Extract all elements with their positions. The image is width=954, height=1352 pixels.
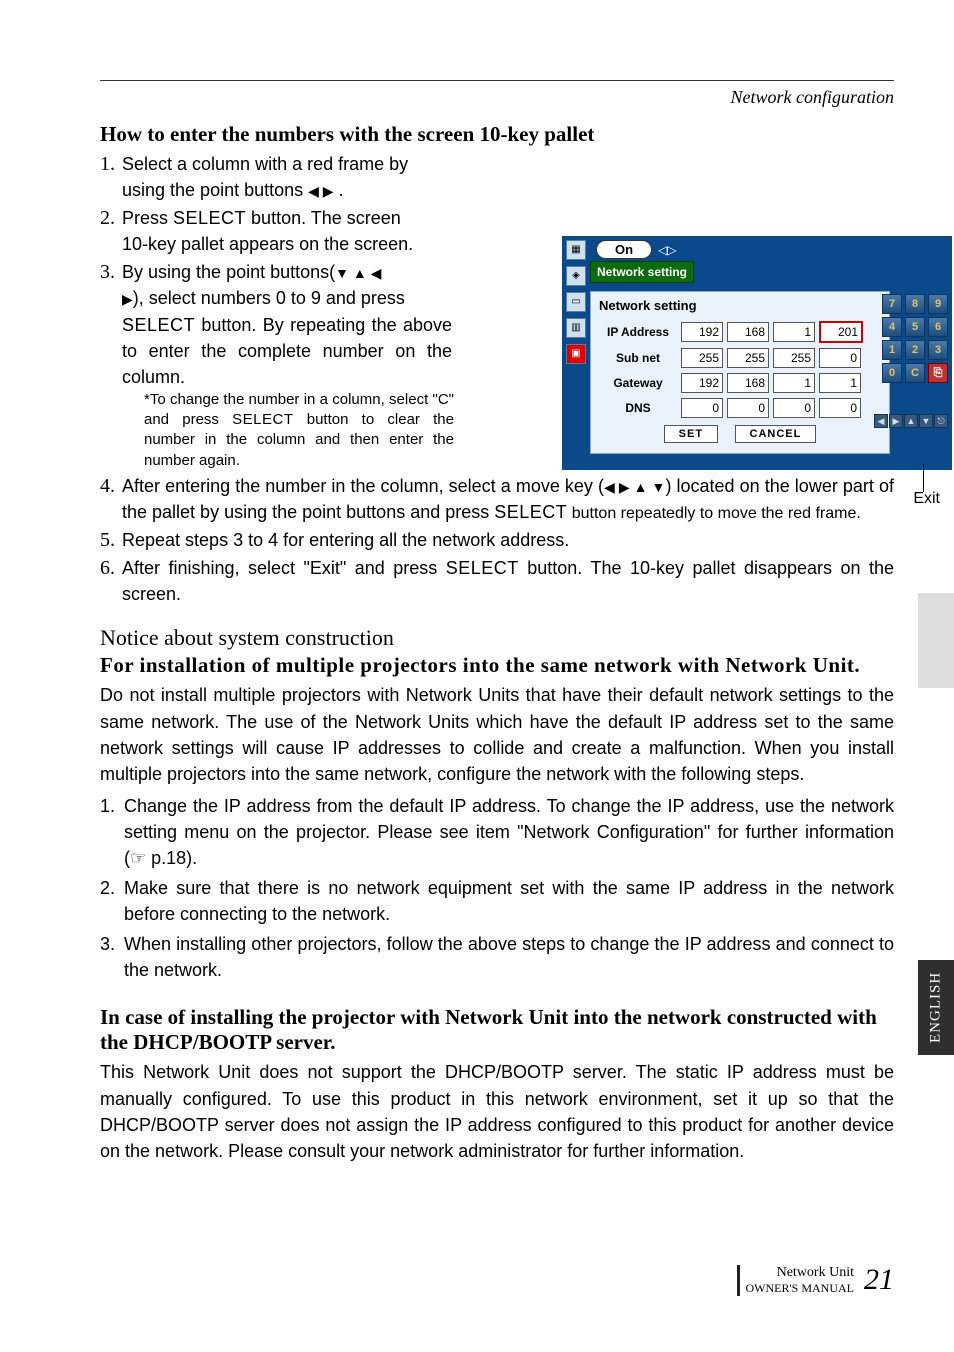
step-3-footnote: *To change the number in a column, selec… [144,390,454,471]
osd-octet[interactable]: 1 [773,322,815,342]
keypad-key-c[interactable]: C [905,363,925,383]
pallet-instructions-title: How to enter the numbers with the screen… [100,122,894,147]
keypad-key-1[interactable]: 1 [882,340,902,360]
osd-octet[interactable]: 0 [819,348,861,368]
osd-octet[interactable]: 1 [819,373,861,393]
page-footer: Network Unit OWNER'S MANUAL 21 [737,1263,895,1297]
keypad-key-9[interactable]: 9 [928,294,948,314]
osd-icon-5: ▣ [566,344,586,364]
osd-lr-icon: ◁▷ [658,243,676,257]
osd-icon-1: ▦ [566,240,586,260]
notice-step-1: 1.Change the IP address from the default… [100,793,894,871]
osd-row-label: DNS [599,401,677,415]
notice-title: Notice about system construction [100,625,894,651]
osd-keypad-nav: ◀▶▲▼⎋ [874,414,948,428]
osd-row-dns: DNS0000 [599,398,881,418]
side-tab-light [918,593,954,688]
keypad-nav-key[interactable]: ⎋ [934,414,948,428]
osd-keypad: 789 456 123 0C⎘ [882,294,948,383]
osd-row-label: IP Address [599,325,677,339]
notice-sub1: For installation of multiple projectors … [100,653,894,678]
select-label: SELECT [494,502,567,522]
osd-cancel-button[interactable]: CANCEL [735,425,817,443]
osd-row-label: Gateway [599,376,677,390]
keypad-key-6[interactable]: 6 [928,317,948,337]
exit-callout-label: Exit [913,490,940,508]
keypad-key-4[interactable]: 4 [882,317,902,337]
select-label: SELECT [446,558,519,578]
keypad-nav-key[interactable]: ▲ [904,414,918,428]
osd-network-panel: Network setting IP Address1921681201Sub … [590,291,890,454]
footer-line1: Network Unit [746,1265,855,1281]
step-5: 5.Repeat steps 3 to 4 for entering all t… [100,527,894,553]
step-1: 1. Select a column with a red frame by u… [100,151,452,203]
keypad-key-⎘[interactable]: ⎘ [928,363,948,383]
osd-set-button[interactable]: SET [664,425,718,443]
side-tab-english: ENGLISH [918,960,954,1055]
osd-octet[interactable]: 168 [727,373,769,393]
down-up-left-arrows-icon: ▼ ▲ ◀ [335,265,381,281]
keypad-nav-key[interactable]: ▼ [919,414,933,428]
keypad-key-0[interactable]: 0 [882,363,902,383]
notice-step-3: 3.When installing other projectors, foll… [100,931,894,983]
osd-tab-network-setting[interactable]: Network setting [590,261,694,283]
header-section: Network configuration [100,87,894,108]
select-label: SELECT [173,208,246,228]
osd-row-ip-address: IP Address 1921681201 [599,321,881,343]
osd-octet[interactable]: 0 [773,398,815,418]
keypad-key-8[interactable]: 8 [905,294,925,314]
exit-leader-line [923,464,924,492]
select-label: SELECT [122,315,195,335]
keypad-key-2[interactable]: 2 [905,340,925,360]
osd-icon-2: ◈ [566,266,586,286]
left-right-arrows-icon: ◀ ▶ [308,183,333,199]
osd-icon-3: ▭ [566,292,586,312]
osd-octet[interactable]: 255 [681,348,723,368]
osd-octet[interactable]: 192 [681,322,723,342]
osd-octet[interactable]: 0 [819,398,861,418]
osd-octet[interactable]: 255 [773,348,815,368]
keypad-nav-key[interactable]: ▶ [889,414,903,428]
osd-panel-title: Network setting [599,298,881,313]
step-2: 2. Press SELECT button. The screen 10-ke… [100,205,452,257]
footer-line2: OWNER'S MANUAL [746,1281,855,1296]
osd-row-gateway: Gateway19216811 [599,373,881,393]
notice-p2: This Network Unit does not support the D… [100,1059,894,1163]
keypad-nav-key[interactable]: ◀ [874,414,888,428]
osd-panel: ▦ ◈ ▭ ▥ ▣ On ◁▷ Network setting Network … [562,236,952,470]
keypad-key-3[interactable]: 3 [928,340,948,360]
osd-octet[interactable]: 0 [727,398,769,418]
notice-step-2: 2.Make sure that there is no network equ… [100,875,894,927]
keypad-key-7[interactable]: 7 [882,294,902,314]
osd-octet[interactable]: 0 [681,398,723,418]
osd-octet[interactable]: 1 [773,373,815,393]
osd-octet[interactable]: 192 [681,373,723,393]
keypad-key-5[interactable]: 5 [905,317,925,337]
right-arrow-icon: ▶ [122,291,133,307]
notice-sub2: In case of installing the projector with… [100,1005,894,1055]
step-6: 6. After finishing, select "Exit" and pr… [100,555,894,607]
step-4: 4. After entering the number in the colu… [100,473,894,525]
page-number: 21 [858,1263,894,1296]
osd-row-label: Sub net [599,351,677,365]
osd-sidebar-icons: ▦ ◈ ▭ ▥ ▣ [566,240,586,370]
osd-octet[interactable]: 255 [727,348,769,368]
osd-row-sub-net: Sub net2552552550 [599,348,881,368]
all-arrows-icon: ◀ ▶ ▲ ▼ [604,479,665,495]
header-rule [100,80,894,81]
notice-p1: Do not install multiple projectors with … [100,682,894,786]
osd-octet[interactable]: 201 [819,321,863,343]
osd-on-pill[interactable]: On [596,240,652,259]
select-label: SELECT [232,411,293,428]
osd-icon-4: ▥ [566,318,586,338]
step-3: 3. By using the point buttons(▼ ▲ ◀ ▶), … [100,259,452,470]
osd-octet[interactable]: 168 [727,322,769,342]
